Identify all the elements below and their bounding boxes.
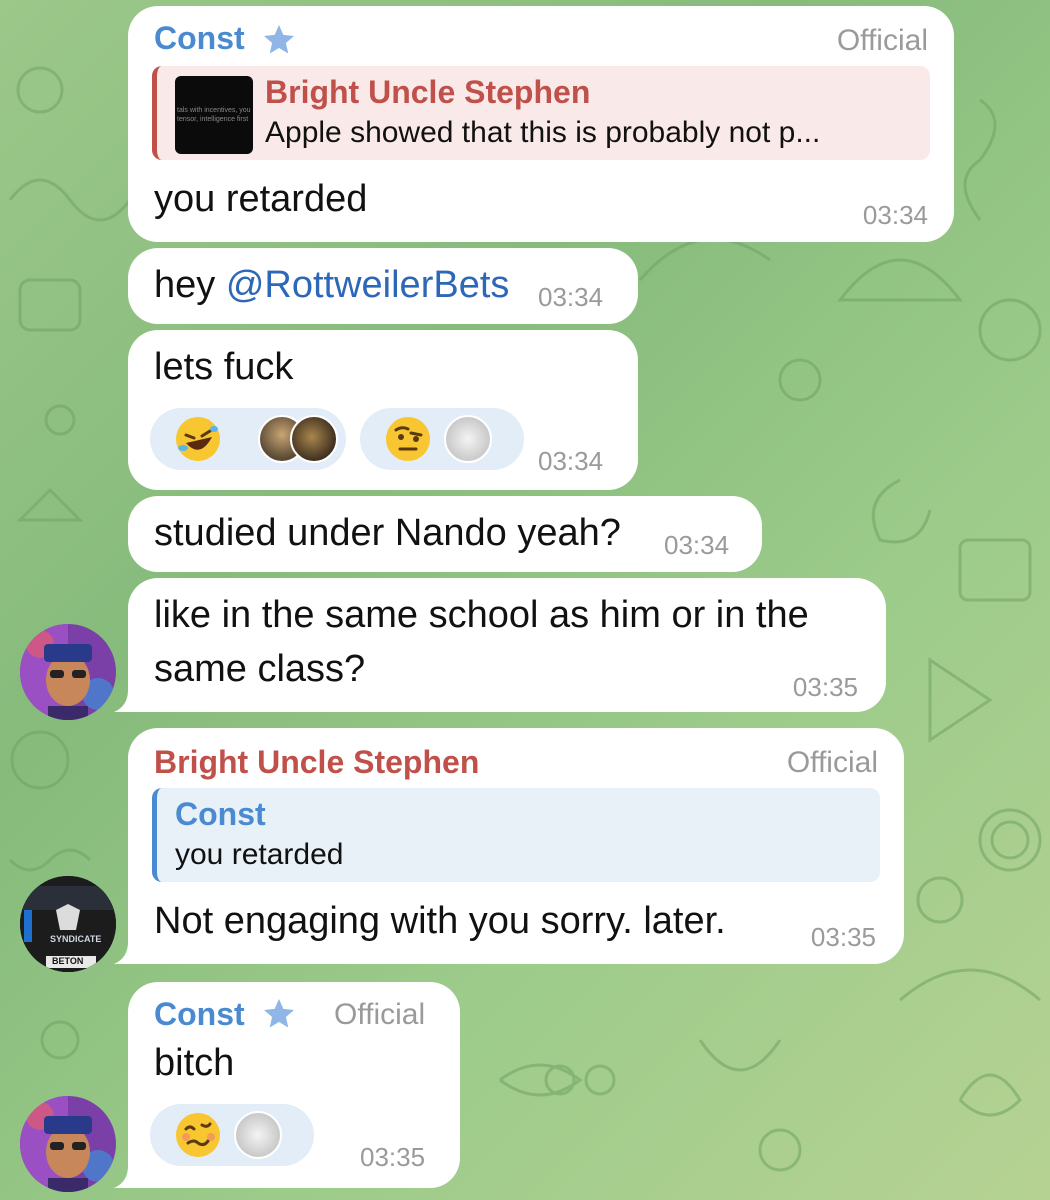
message-bubble-stephen[interactable]: Bright Uncle Stephen Official Const you … — [128, 728, 904, 964]
avatar-const-image — [20, 624, 116, 720]
message-time: 03:34 — [538, 282, 604, 312]
message-text-line-1: like in the same school as him or in the — [154, 594, 809, 636]
reaction-woozy[interactable] — [150, 1104, 314, 1166]
reaction-laugh[interactable] — [150, 408, 346, 470]
reply-quote[interactable]: tals with incentives, you tensor, intell… — [152, 66, 930, 160]
avatar-text-beton: BETON — [52, 956, 84, 966]
reactor-avatar — [234, 1111, 282, 1159]
message-text: Not engaging with you sorry. later. — [154, 900, 726, 942]
message-text: you retarded — [154, 178, 368, 220]
message-time: 03:34 — [862, 200, 928, 230]
message-bubble-const-3[interactable]: lets fuck 03:34 — [128, 330, 638, 490]
avatar-const[interactable] — [20, 624, 116, 720]
message-text-prefix: hey — [154, 264, 226, 306]
raised-eyebrow-emoji-icon — [386, 417, 430, 461]
message-text-line-2: same class? — [154, 648, 366, 690]
message-time: 03:34 — [664, 530, 730, 560]
official-tag: Official — [836, 24, 928, 57]
message-text: hey @RottweilerBets — [154, 262, 509, 308]
woozy-face-emoji-icon — [176, 1113, 220, 1157]
avatar-text-syndicate: SYNDICATE — [50, 934, 102, 944]
sender-name[interactable]: Bright Uncle Stephen — [154, 744, 479, 781]
star-icon — [264, 25, 294, 54]
reactor-avatar — [290, 415, 338, 463]
message-bubble-const-5[interactable]: like in the same school as him or in the… — [128, 578, 886, 712]
message-bubble-const-4[interactable]: studied under Nando yeah? 03:34 — [128, 496, 762, 572]
message-time: 03:35 — [360, 1142, 426, 1172]
message-time: 03:35 — [792, 672, 858, 702]
message-bubble-const-1[interactable]: Const Official tals with incentives, you… — [128, 6, 954, 242]
avatar-const-image — [20, 1096, 116, 1192]
sender-name[interactable]: Const — [154, 996, 245, 1033]
message-time: 03:35 — [810, 922, 876, 952]
reply-thumbnail: tals with incentives, you tensor, intell… — [175, 76, 253, 154]
avatar-stephen[interactable]: SYNDICATE BETON — [20, 876, 116, 972]
official-tag: Official — [786, 746, 878, 779]
reply-sender-name: Bright Uncle Stephen — [265, 74, 591, 110]
rolling-laughing-emoji-icon — [176, 417, 220, 461]
mention-link[interactable]: @RottweilerBets — [226, 264, 510, 306]
message-text: studied under Nando yeah? — [154, 512, 621, 554]
message-bubble-const-6[interactable]: Const Official bitch 03:35 — [128, 982, 460, 1188]
message-text: bitch — [154, 1042, 235, 1084]
sender-name[interactable]: Const — [154, 20, 245, 57]
reply-text: you retarded — [175, 838, 344, 871]
reply-quote[interactable]: Const you retarded — [152, 788, 880, 882]
reply-sender-name: Const — [175, 796, 266, 832]
star-icon — [264, 999, 294, 1028]
reactor-avatar — [444, 415, 492, 463]
message-time: 03:34 — [538, 446, 604, 476]
avatar-const[interactable] — [20, 1096, 116, 1192]
message-text: lets fuck — [154, 346, 294, 388]
official-tag: Official — [334, 998, 426, 1031]
message-bubble-const-2[interactable]: hey @RottweilerBets 03:34 — [128, 248, 638, 324]
reply-text: Apple showed that this is probably not p… — [265, 116, 821, 149]
reaction-eyebrow[interactable] — [360, 408, 524, 470]
